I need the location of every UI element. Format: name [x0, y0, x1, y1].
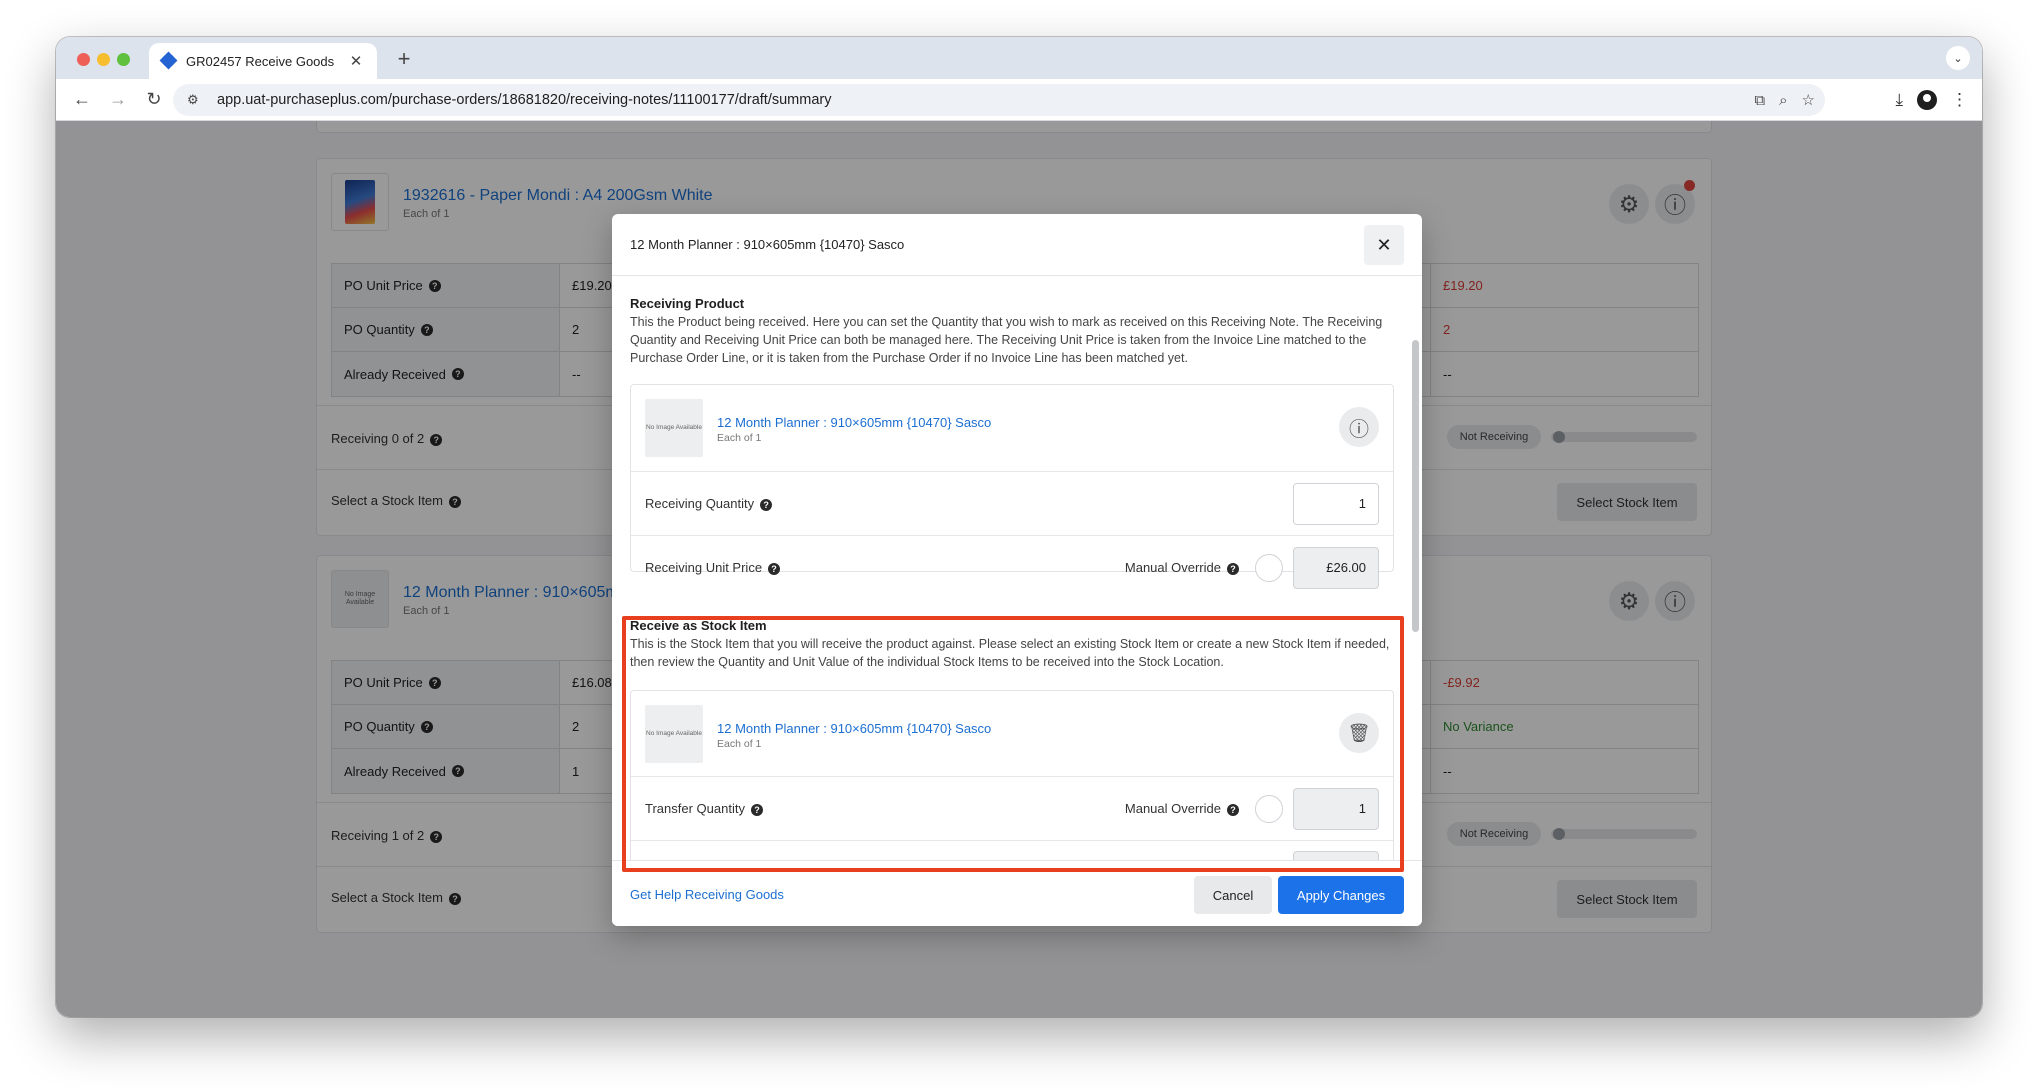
close-icon[interactable]: ✕	[1364, 225, 1404, 265]
receiving-quantity-label: Receiving Quantity?	[645, 496, 773, 511]
highlight-annotation	[622, 616, 1404, 872]
manual-override-toggle[interactable]	[1255, 554, 1283, 582]
product-title-link[interactable]: 12 Month Planner : 910×605mm {10470} Sas…	[717, 415, 991, 430]
install-icon[interactable]: ⧉	[1754, 92, 1765, 109]
apply-changes-button[interactable]: Apply Changes	[1278, 876, 1404, 914]
address-bar[interactable]: ⚙ app.uat-purchaseplus.com/purchase-orde…	[173, 84, 1825, 116]
favicon-icon	[159, 51, 178, 70]
url-text[interactable]: app.uat-purchaseplus.com/purchase-orders…	[217, 92, 831, 108]
tab-close-icon[interactable]: ✕	[347, 52, 365, 70]
tab-search-chevron-icon[interactable]: ⌄	[1946, 46, 1970, 70]
receiving-unit-price-row: Receiving Unit Price? Manual Override? £…	[631, 536, 1393, 600]
tab-title: GR02457 Receive Goods	[186, 53, 335, 69]
help-icon[interactable]: ?	[760, 498, 773, 511]
maximize-window-button[interactable]	[117, 53, 130, 66]
new-tab-button[interactable]: +	[391, 46, 417, 72]
close-window-button[interactable]	[77, 53, 90, 66]
minimize-window-button[interactable]	[97, 53, 110, 66]
reload-icon[interactable]: ↻	[137, 83, 171, 117]
help-icon[interactable]: ?	[1227, 562, 1239, 575]
product-subtitle: Each of 1	[717, 432, 762, 444]
modal-title: 12 Month Planner : 910×605mm {10470} Sas…	[630, 237, 905, 252]
receiving-product-description: This the Product being received. Here yo…	[630, 315, 1383, 365]
forward-icon[interactable]: →	[101, 83, 135, 117]
manual-override-label: Manual Override?	[1125, 560, 1239, 575]
receiving-quantity-input[interactable]: 1	[1293, 483, 1379, 525]
modal-scrollbar[interactable]	[1412, 340, 1419, 632]
modal-header: 12 Month Planner : 910×605mm {10470} Sas…	[612, 214, 1422, 276]
receiving-unit-price-label: Receiving Unit Price?	[645, 560, 781, 575]
tune-icon[interactable]: ⚙	[187, 92, 205, 108]
avatar[interactable]	[1917, 90, 1937, 110]
no-image-thumbnail: No Image Available	[645, 399, 703, 457]
menu-icon[interactable]: ⋮	[1951, 90, 1968, 110]
cancel-button[interactable]: Cancel	[1194, 876, 1272, 914]
help-link[interactable]: Get Help Receiving Goods	[630, 887, 784, 902]
receiving-quantity-row: Receiving Quantity? 1	[631, 472, 1393, 536]
receiving-product-heading: Receiving Product	[630, 296, 745, 311]
receiving-unit-price-input[interactable]: £26.00	[1293, 547, 1379, 589]
browser-toolbar: ← → ↻ ⚙ app.uat-purchaseplus.com/purchas…	[56, 79, 1982, 121]
back-icon[interactable]: ←	[65, 83, 99, 117]
download-icon[interactable]: ⤓	[1895, 90, 1903, 110]
info-icon[interactable]: ⓘ	[1339, 407, 1379, 447]
browser-tab[interactable]: GR02457 Receive Goods ✕	[149, 43, 377, 79]
tab-bar: GR02457 Receive Goods ✕ + ⌄	[56, 37, 1982, 79]
product-row: No Image Available 12 Month Planner : 91…	[631, 385, 1393, 472]
star-icon[interactable]: ☆	[1802, 91, 1815, 109]
receiving-product-box: No Image Available 12 Month Planner : 91…	[630, 384, 1394, 589]
help-icon[interactable]: ?	[768, 562, 781, 575]
zoom-icon[interactable]: ⌕	[1779, 92, 1787, 109]
